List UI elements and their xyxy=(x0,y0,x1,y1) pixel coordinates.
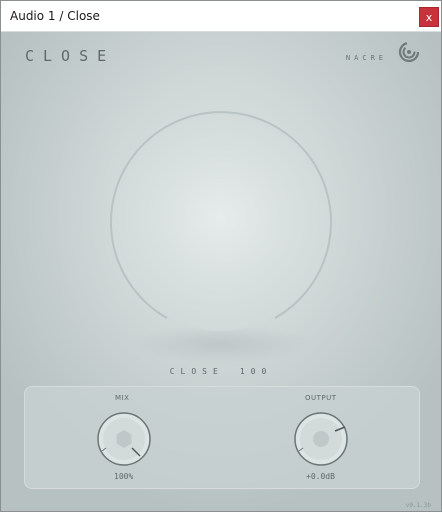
close-main-knob[interactable] xyxy=(109,110,333,334)
close-readout-label: CLOSE xyxy=(169,367,224,376)
close-readout-value: 100 xyxy=(239,367,273,376)
plugin-title: CLOSE xyxy=(25,47,116,65)
plugin-panel: CLOSE NACRE CLOSE 100 MIX 100% OUTPUT +0… xyxy=(1,32,441,511)
mix-label: MIX xyxy=(115,394,130,402)
close-window-button[interactable]: x xyxy=(419,7,439,27)
version-label: v0.1.3b xyxy=(405,502,431,509)
title-bar[interactable]: Audio 1 / Close x xyxy=(1,1,441,32)
mix-value: 100% xyxy=(114,472,134,481)
window-title: Audio 1 / Close xyxy=(10,9,100,23)
output-value: +0.0dB xyxy=(306,472,335,481)
close-readout: CLOSE 100 xyxy=(1,367,441,376)
controls-panel: MIX 100% OUTPUT +0.0dB xyxy=(24,386,420,489)
brand-name: NACRE xyxy=(345,54,387,62)
mix-knob[interactable] xyxy=(96,411,152,467)
output-knob[interactable] xyxy=(293,411,349,467)
nacre-logo-icon xyxy=(398,41,419,62)
output-label: OUTPUT xyxy=(305,394,337,402)
main-knob-arc xyxy=(110,111,332,319)
plugin-window: Audio 1 / Close x CLOSE NACRE CLOSE 100 M… xyxy=(0,0,442,512)
